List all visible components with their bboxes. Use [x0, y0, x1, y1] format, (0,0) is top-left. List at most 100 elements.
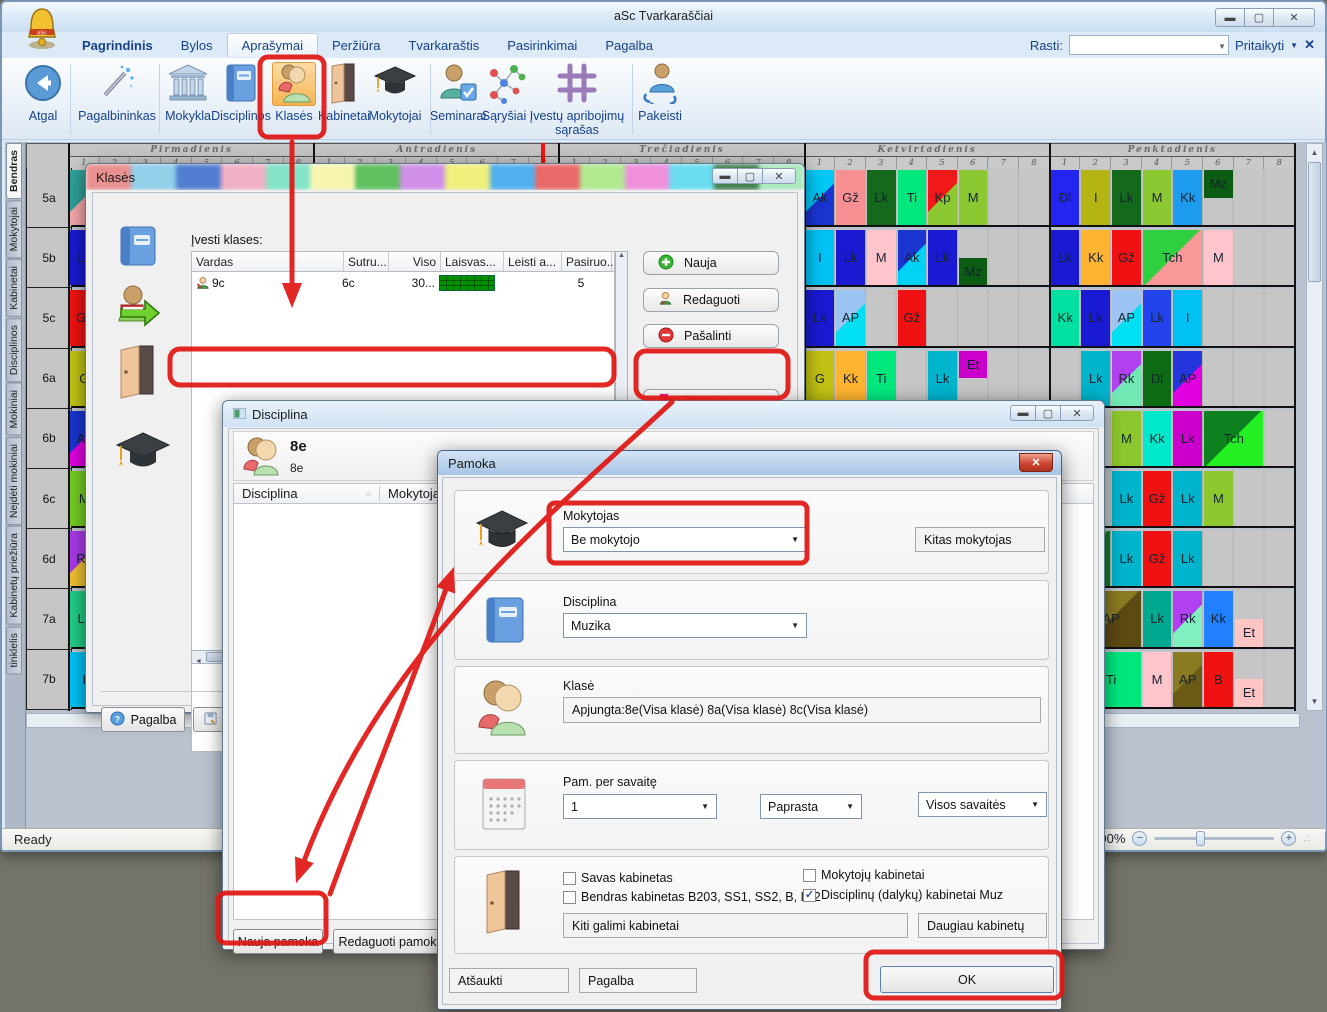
zoom-slider[interactable]	[1154, 837, 1274, 840]
apply-button[interactable]: Pritaikyti	[1235, 38, 1284, 53]
timetable-cell[interactable]: Lk	[867, 170, 896, 225]
find-dropdown-icon[interactable]: ▼	[1218, 42, 1226, 51]
timetable-cell[interactable]: Gž	[1143, 531, 1172, 586]
row-label-5c[interactable]: 5c	[26, 288, 72, 348]
timetable-cell[interactable]: B	[1204, 652, 1233, 707]
import-nav[interactable]	[115, 283, 165, 332]
timetable-cell[interactable]: Kk	[1173, 170, 1202, 225]
timetable-cell[interactable]: Ak	[898, 230, 927, 285]
toolbar-button-back[interactable]: Atgal	[16, 62, 70, 123]
teacher-dropdown[interactable]: Be mokytojo▼	[563, 527, 807, 552]
table-row-9c[interactable]: 9c	[192, 272, 342, 293]
timetable-cell[interactable]: Rk	[1173, 591, 1202, 646]
help-button[interactable]: Pagalba	[579, 968, 697, 993]
timetable-cell[interactable]: Mz	[959, 258, 988, 286]
more-rooms-button[interactable]: Daugiau kabinetų	[918, 913, 1047, 938]
pasalinti-button[interactable]: Pašalinti	[643, 324, 779, 348]
lesson-type-dropdown[interactable]: Paprasta▼	[760, 794, 862, 819]
column-header-0[interactable]: Vardas	[192, 252, 344, 271]
timetable-cell[interactable]: Et	[959, 351, 988, 379]
timetable-cell[interactable]: AP	[836, 290, 865, 345]
menu-tab-pasirinkimai[interactable]: Pasirinkimai	[493, 34, 591, 57]
row-label-6d[interactable]: 6d	[26, 529, 72, 589]
shared-room-checkbox[interactable]: Bendras kabinetas B203, SS1, SS2, B, Lk2	[563, 890, 821, 904]
toolbar-button-swap[interactable]: Pakeisti	[637, 62, 683, 123]
teachers-rooms-checkbox[interactable]: Mokytojų kabinetai	[803, 868, 925, 882]
timetable-cell[interactable]: Et	[1235, 679, 1264, 707]
row-label-6a[interactable]: 6a	[26, 349, 72, 409]
menu-tab-pagrindinis[interactable]: Pagrindinis	[68, 34, 167, 57]
minimize-button[interactable]: ▬	[1215, 8, 1245, 27]
timetable-cell[interactable]: Gž	[1143, 471, 1172, 526]
pamoka-dialog-titlebar[interactable]: Pamoka ✕	[438, 451, 1061, 475]
timetable-cell[interactable]: Gž	[898, 290, 927, 345]
weeks-dropdown[interactable]: Visos savaitės▼	[918, 792, 1047, 817]
toolbar-button-class[interactable]: Klasės	[268, 62, 320, 123]
menu-tab-tvarkaraštis[interactable]: Tvarkaraštis	[394, 34, 493, 57]
timetable-cell[interactable]: M	[1204, 471, 1233, 526]
sidebar-tab-kabinetai[interactable]: Kabinetai	[6, 259, 22, 317]
scroll-up-icon[interactable]: ▲	[1308, 145, 1321, 160]
resize-grip[interactable]: .:	[1303, 833, 1311, 844]
timetable-cell[interactable]: I	[806, 230, 835, 285]
timetable-cell[interactable]: Lk	[928, 351, 957, 406]
timetable-cell[interactable]: Lk	[1143, 591, 1172, 646]
toolbar-button-book[interactable]: Disciplinos	[215, 62, 267, 123]
nauja-button[interactable]: Nauja	[643, 251, 779, 275]
menu-tab-bylos[interactable]: Bylos	[167, 34, 227, 57]
sidebar-tab-tinklelis[interactable]: tinklelis	[6, 626, 22, 674]
checkbox-checked-icon[interactable]: ✓	[803, 889, 816, 902]
toolbar-button-school[interactable]: Mokykla	[162, 62, 214, 123]
timetable-cell[interactable]: Ti	[867, 351, 896, 406]
row-label-5b[interactable]: 5b	[26, 228, 72, 288]
timetable-cell[interactable]: Ti	[898, 170, 927, 225]
timetable-cell[interactable]: Rk	[1112, 351, 1141, 406]
checkbox-icon[interactable]	[563, 872, 576, 885]
subject-dropdown[interactable]: Muzika▼	[563, 613, 807, 638]
timetable-cell[interactable]: AP	[1112, 290, 1141, 345]
row-label-5a[interactable]: 5a	[26, 168, 72, 228]
timetable-cell[interactable]: G	[806, 351, 835, 406]
menu-tab-aprašymai[interactable]: Aprašymai	[227, 33, 318, 57]
timetable-cell[interactable]: Lk	[806, 290, 835, 345]
column-header-1[interactable]: Sutru...	[344, 252, 389, 271]
other-rooms-button[interactable]: Kiti galimi kabinetai	[563, 913, 908, 938]
timetable-cell[interactable]: AP	[1173, 652, 1202, 707]
sort-icon[interactable]: ▵	[366, 488, 371, 499]
menu-tab-pagalba[interactable]: Pagalba	[591, 34, 667, 57]
timetable-cell[interactable]: Lk	[1173, 471, 1202, 526]
gradcap-big-nav[interactable]	[115, 429, 171, 478]
column-header-2[interactable]: Viso	[389, 252, 441, 271]
timetable-cell[interactable]: M	[1143, 652, 1172, 707]
timetable-cell[interactable]: Kp	[928, 170, 957, 225]
pamoka-close-button[interactable]: ✕	[1019, 453, 1053, 472]
scroll-down-icon[interactable]: ▼	[1308, 694, 1321, 709]
toolbar-button-door[interactable]: Kabinetai	[318, 62, 370, 123]
vertical-scrollbar[interactable]: ▲ ▼	[1306, 143, 1323, 711]
timetable-cell[interactable]: M	[1143, 170, 1172, 225]
klases-dialog-titlebar[interactable]: Klasės ▬ ▢ ✕	[86, 164, 804, 190]
timetable-cell[interactable]: I	[1173, 290, 1202, 345]
sidebar-tab-neįdėti-mokiniai[interactable]: Neįdėti mokiniai	[6, 437, 22, 525]
checkbox-icon[interactable]	[803, 869, 816, 882]
timetable-cell[interactable]: Dl	[1143, 351, 1172, 406]
sidebar-book-nav[interactable]	[115, 223, 161, 272]
dialog-close-button[interactable]: ✕	[762, 168, 796, 184]
column-header-5[interactable]: Pasiruo..	[562, 252, 612, 271]
perweek-count-dropdown[interactable]: 1▼	[563, 794, 717, 819]
subject-rooms-checkbox[interactable]: ✓Disciplinų (dalykų) kabinetai Muz	[803, 888, 1003, 902]
ok-button[interactable]: OK	[880, 966, 1054, 993]
door-big-nav[interactable]	[115, 343, 159, 402]
cancel-button[interactable]: Atšaukti	[449, 968, 569, 993]
checkbox-icon[interactable]	[563, 891, 576, 904]
timetable-cell[interactable]: Kk	[1204, 591, 1233, 646]
zoom-out-icon[interactable]: −	[1132, 831, 1147, 846]
close-button[interactable]: ✕	[1273, 8, 1315, 27]
row-label-6b[interactable]: 6b	[26, 409, 72, 469]
dialog-maximize-button[interactable]: ▢	[1035, 405, 1061, 421]
find-input[interactable]: ▼	[1069, 35, 1229, 55]
disciplina-dialog-titlebar[interactable]: Disciplina ▬ ▢ ✕	[223, 401, 1104, 427]
dialog-minimize-button[interactable]: ▬	[1010, 405, 1036, 421]
dialog-maximize-button[interactable]: ▢	[737, 168, 763, 184]
timetable-cell[interactable]: Lk	[1051, 230, 1080, 285]
